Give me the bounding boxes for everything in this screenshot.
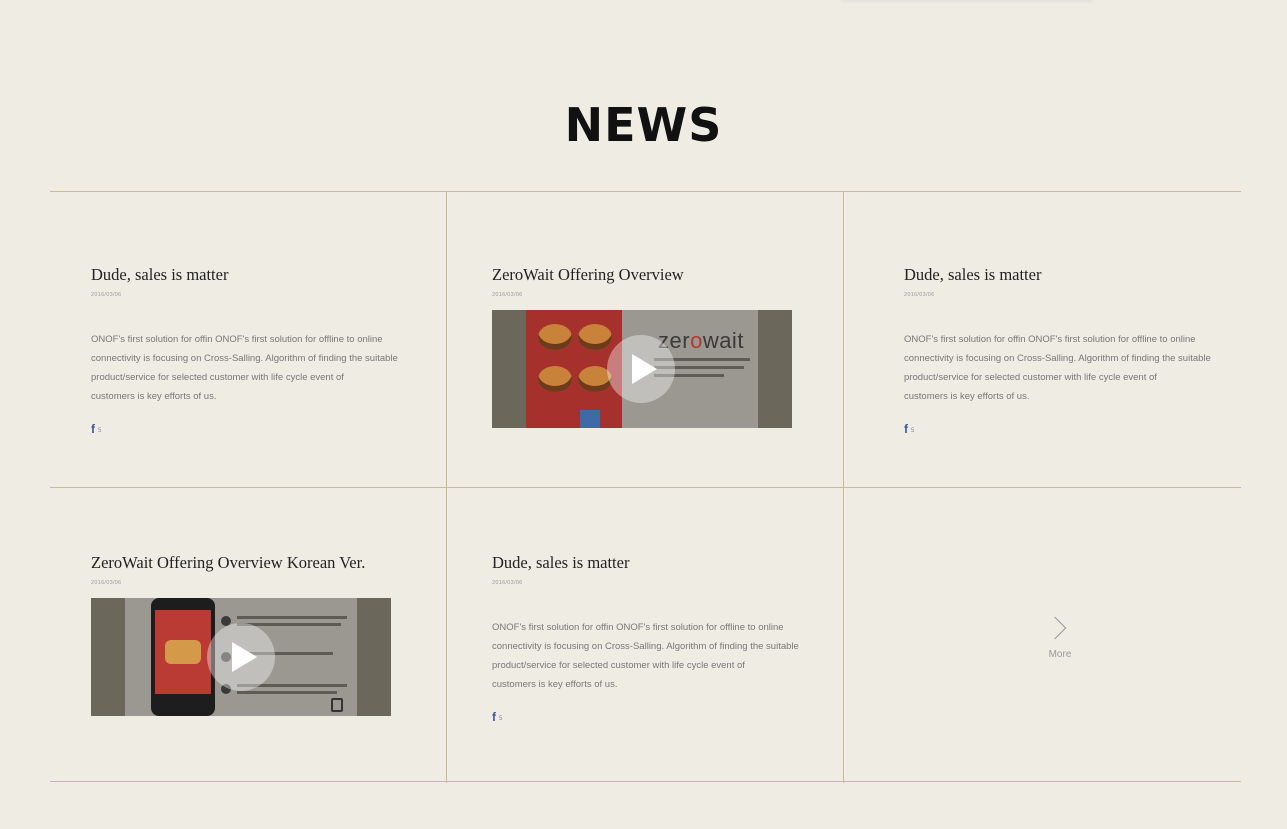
facebook-share-count: 5 — [911, 428, 915, 434]
news-card-body: ONOF's first solution for offin ONOF's f… — [91, 330, 411, 406]
news-card-body-line: connectivity is focusing on Cross-Sallin… — [91, 353, 398, 364]
zerowait-logo: zerowait — [658, 328, 744, 353]
play-icon[interactable] — [607, 335, 675, 403]
facebook-share-count: 5 — [98, 428, 102, 434]
facebook-share-count: 5 — [499, 716, 503, 722]
more-label[interactable]: More — [1041, 649, 1079, 660]
facebook-icon[interactable]: f — [91, 423, 95, 435]
facebook-share[interactable]: f 5 — [904, 423, 1224, 435]
news-card-title[interactable]: Dude, sales is matter — [492, 553, 812, 573]
more-button[interactable]: More — [1041, 611, 1079, 660]
news-card-title[interactable]: ZeroWait Offering Overview Korean Ver. — [91, 553, 391, 573]
news-card[interactable]: ZeroWait Offering Overview 2016/03/06 ze… — [492, 265, 792, 428]
news-card-title[interactable]: Dude, sales is matter — [91, 265, 411, 285]
play-icon[interactable] — [207, 623, 275, 691]
news-card-body-line: product/service for selected customer wi… — [904, 372, 1157, 383]
news-card-body-line: customers is key efforts of us. — [91, 391, 217, 402]
news-card-body-line: product/service for selected customer wi… — [492, 660, 745, 671]
section-title: NEWS — [564, 98, 723, 152]
news-card-body-line: ONOF's first solution for offin ONOF's f… — [492, 622, 784, 633]
facebook-share[interactable]: f 5 — [91, 423, 411, 435]
phone-image — [151, 598, 215, 716]
news-card-body-line: customers is key efforts of us. — [492, 679, 618, 690]
news-card-date: 2016/03/06 — [904, 292, 935, 298]
news-card-body-line: connectivity is focusing on Cross-Sallin… — [904, 353, 1211, 364]
news-card[interactable]: Dude, sales is matter 2016/03/06 ONOF's … — [492, 553, 812, 723]
grid-row-divider — [50, 487, 1241, 488]
news-card[interactable]: Dude, sales is matter 2016/03/06 ONOF's … — [904, 265, 1224, 435]
news-card-title[interactable]: Dude, sales is matter — [904, 265, 1224, 285]
news-card-body: ONOF's first solution for offin ONOF's f… — [904, 330, 1224, 406]
news-card-body-line: customers is key efforts of us. — [904, 391, 1030, 402]
news-card-date: 2016/03/06 — [91, 292, 122, 298]
news-grid: Dude, sales is matter 2016/03/06 ONOF's … — [50, 191, 1241, 783]
news-card-body-line: connectivity is focusing on Cross-Sallin… — [492, 641, 799, 652]
news-card-title[interactable]: ZeroWait Offering Overview — [492, 265, 792, 285]
grid-column-divider — [446, 192, 447, 783]
grid-column-divider — [843, 192, 844, 783]
news-card-body-line: product/service for selected customer wi… — [91, 372, 344, 383]
chevron-right-icon[interactable] — [1043, 616, 1067, 640]
news-card[interactable]: Dude, sales is matter 2016/03/06 ONOF's … — [91, 265, 411, 435]
news-card[interactable]: ZeroWait Offering Overview Korean Ver. 2… — [91, 553, 391, 716]
news-card-body-line: ONOF's first solution for offin ONOF's f… — [91, 334, 383, 345]
facebook-share[interactable]: f 5 — [492, 711, 812, 723]
news-card-date: 2016/03/06 — [492, 580, 523, 586]
news-card-date: 2016/03/06 — [492, 292, 523, 298]
news-card-body-line: ONOF's first solution for offin ONOF's f… — [904, 334, 1196, 345]
news-card-body: ONOF's first solution for offin ONOF's f… — [492, 618, 812, 694]
facebook-icon[interactable]: f — [492, 711, 496, 723]
news-card-date: 2016/03/06 — [91, 580, 122, 586]
facebook-icon[interactable]: f — [904, 423, 908, 435]
lock-icon — [331, 698, 343, 712]
video-thumbnail[interactable]: zerowait — [492, 310, 792, 428]
video-thumbnail[interactable] — [91, 598, 391, 716]
video-badge — [580, 410, 600, 428]
